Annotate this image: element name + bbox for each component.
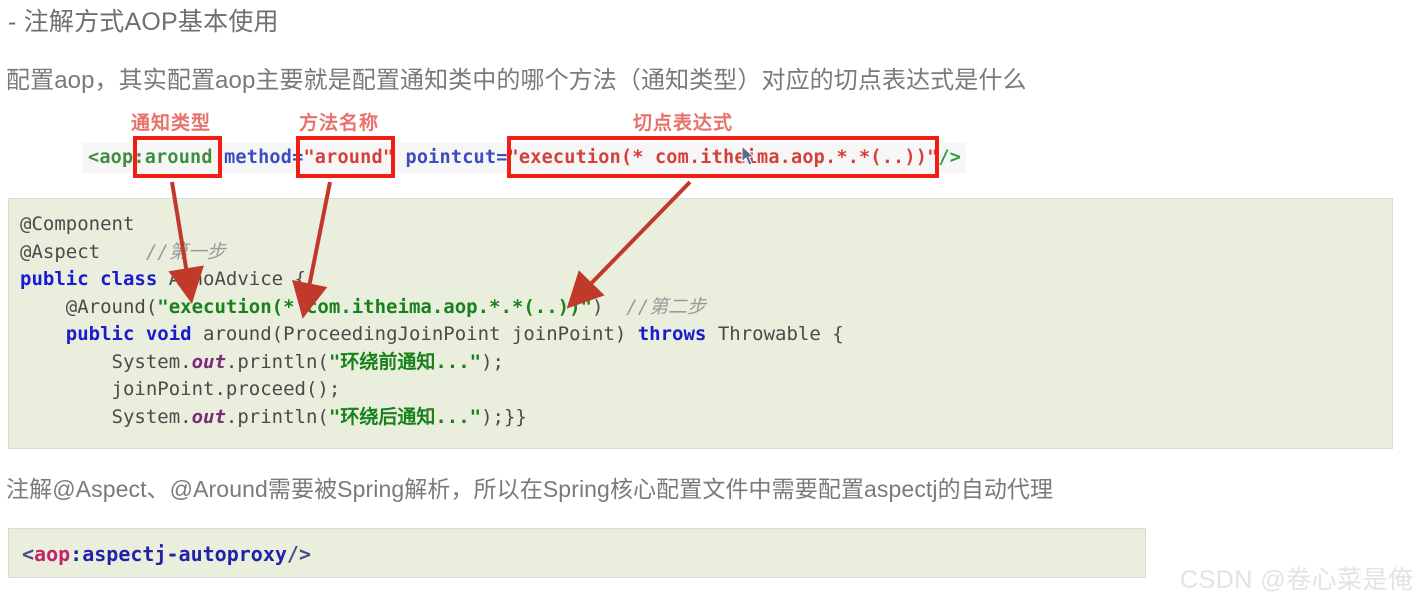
csdn-watermark: CSDN @卷心菜是俺 bbox=[1180, 566, 1414, 594]
page-title: - 注解方式AOP基本使用 bbox=[8, 8, 279, 36]
code-string-before-advice: "环绕前通知..." bbox=[328, 350, 482, 373]
code-comment-step1: //第一步 bbox=[145, 240, 226, 263]
xml2-colon: : bbox=[70, 542, 83, 566]
code-println2-suffix: );}} bbox=[481, 405, 527, 428]
code-throwable: Throwable { bbox=[706, 323, 844, 345]
code-line-component: @Component bbox=[20, 213, 135, 235]
code-kw-public-void: public void bbox=[65, 323, 192, 345]
code-field-out-1: out bbox=[191, 350, 226, 373]
code-println2-mid: .println( bbox=[225, 405, 329, 428]
java-code-text: @Component @Aspect //第一步 public class An… bbox=[20, 211, 844, 431]
mouse-cursor-icon bbox=[741, 145, 756, 166]
highlight-box-advice-type bbox=[133, 136, 222, 178]
annotation-label-method-name: 方法名称 bbox=[299, 113, 380, 134]
code-println1-suffix: ); bbox=[481, 350, 504, 373]
code-comment-step2: //第二步 bbox=[626, 295, 707, 318]
code-line-proceed: joinPoint.proceed(); bbox=[20, 378, 341, 400]
highlight-box-pointcut bbox=[507, 136, 939, 178]
intro-paragraph: 配置aop，其实配置aop主要就是配置通知类中的哪个方法（通知类型）对应的切点表… bbox=[6, 67, 1027, 94]
code-around-suffix: ) bbox=[591, 295, 627, 318]
xml-tag-open: <aop bbox=[88, 147, 134, 168]
code-string-after-advice: "环绕后通知..." bbox=[328, 405, 482, 428]
xml2-element-name: aspectj-autoproxy bbox=[82, 542, 287, 566]
xml-method-attr-name: method= bbox=[212, 147, 304, 168]
note-paragraph: 注解@Aspect、@Around需要被Spring解析，所以在Spring核心… bbox=[6, 476, 1054, 502]
xml2-open-bracket: < bbox=[22, 542, 35, 566]
code-println1-mid: .println( bbox=[225, 350, 329, 373]
xml-pointcut-attr-name: pointcut= bbox=[394, 147, 508, 168]
code-println1-prefix: System. bbox=[20, 350, 192, 373]
xml-autoproxy-text: <aop:aspectj-autoproxy/> bbox=[22, 541, 311, 569]
code-indent-1 bbox=[20, 323, 66, 345]
code-class-decl: AnnoAdvice { bbox=[157, 268, 306, 290]
code-kw-throws: throws bbox=[637, 323, 707, 345]
code-field-out-2: out bbox=[191, 405, 226, 428]
annotation-label-advice-type: 通知类型 bbox=[131, 113, 212, 134]
xml2-namespace: aop bbox=[34, 542, 71, 566]
code-kw-public-class: public class bbox=[20, 268, 158, 290]
code-method-signature: around(ProceedingJoinPoint joinPoint) bbox=[191, 323, 638, 345]
code-line-aspect: @Aspect bbox=[20, 240, 101, 263]
code-println2-prefix: System. bbox=[20, 405, 192, 428]
code-pointcut-string: "execution(* com.itheima.aop.*.*(..))" bbox=[157, 295, 592, 318]
xml2-close-bracket: /> bbox=[286, 542, 312, 566]
code-spacer-1 bbox=[100, 241, 146, 263]
highlight-box-method-name bbox=[296, 136, 395, 178]
code-around-prefix: @Around( bbox=[20, 295, 158, 318]
annotation-label-pointcut: 切点表达式 bbox=[633, 113, 734, 134]
xml-tag-close: /> bbox=[938, 147, 962, 168]
